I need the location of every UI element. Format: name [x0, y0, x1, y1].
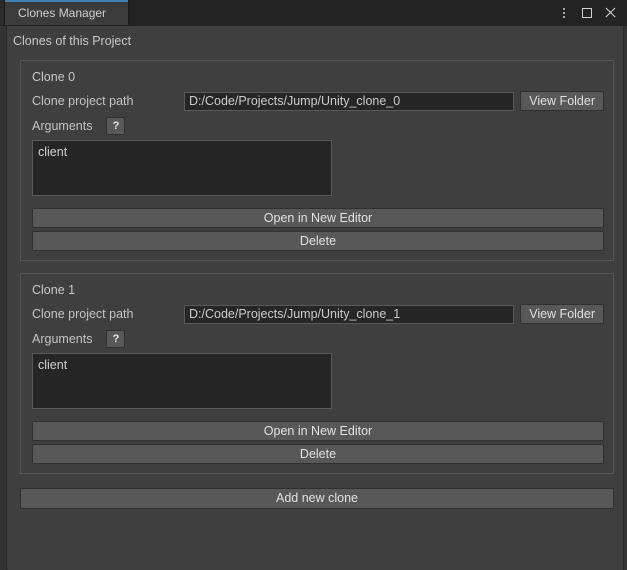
clone-title: Clone 1	[32, 283, 76, 297]
right-dock-rail	[623, 26, 627, 570]
clone-path-input[interactable]	[184, 304, 515, 324]
open-in-new-editor-button[interactable]: Open in New Editor	[32, 208, 604, 228]
clone-arguments-label: Arguments	[32, 119, 93, 133]
view-folder-button[interactable]: View Folder	[520, 91, 604, 111]
view-folder-button[interactable]: View Folder	[520, 304, 604, 324]
window-close-button[interactable]	[599, 2, 620, 23]
close-icon	[604, 7, 616, 19]
clone-arguments-label: Arguments	[32, 332, 93, 346]
clone-title: Clone 0	[32, 70, 76, 84]
clone-path-row: Clone project path View Folder	[32, 91, 604, 111]
clone-path-input[interactable]	[184, 91, 515, 111]
clone-arguments-input[interactable]	[32, 353, 332, 409]
window-controls	[553, 0, 627, 25]
tab-label: Clones Manager	[18, 5, 107, 20]
clone-path-label: Clone project path	[32, 94, 134, 108]
clone-arguments-row: Arguments ?	[32, 117, 604, 135]
delete-clone-button[interactable]: Delete	[32, 444, 604, 464]
open-in-new-editor-button[interactable]: Open in New Editor	[32, 421, 604, 441]
clones-manager-window: Clones Manager Clones of this Project Cl…	[0, 0, 627, 570]
window-maximize-button[interactable]	[576, 2, 597, 23]
maximize-icon	[581, 7, 592, 18]
add-clone-row: Add new clone	[20, 488, 614, 509]
clone-box: Clone 1 Clone project path View Folder A…	[20, 273, 614, 474]
clone-arguments-input[interactable]	[32, 140, 332, 196]
left-dock-rail	[0, 26, 7, 570]
kebab-menu-icon	[562, 7, 565, 18]
delete-clone-button[interactable]: Delete	[32, 231, 604, 251]
window-menu-button[interactable]	[553, 2, 574, 23]
arguments-help-button[interactable]: ?	[106, 330, 126, 348]
clone-arguments-row: Arguments ?	[32, 330, 604, 348]
clones-manager-content: Clones of this Project Clone 0 Clone pro…	[8, 26, 623, 570]
tab-clones-manager[interactable]: Clones Manager	[5, 0, 129, 25]
add-new-clone-button[interactable]: Add new clone	[20, 488, 614, 509]
page-title: Clones of this Project	[13, 34, 132, 48]
window-body: Clones of this Project Clone 0 Clone pro…	[0, 25, 627, 570]
arguments-help-button[interactable]: ?	[106, 117, 126, 135]
clone-box: Clone 0 Clone project path View Folder A…	[20, 60, 614, 261]
clone-path-row: Clone project path View Folder	[32, 304, 604, 324]
tab-bar-filler	[129, 0, 553, 25]
clone-path-label: Clone project path	[32, 307, 134, 321]
window-tab-bar: Clones Manager	[0, 0, 627, 25]
